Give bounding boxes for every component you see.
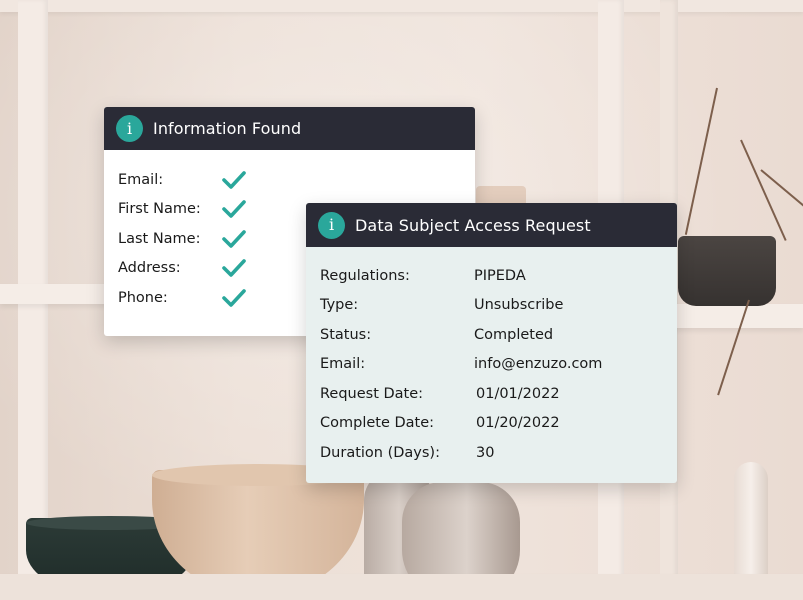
card-header: i Data Subject Access Request	[306, 203, 677, 247]
dsar-card: i Data Subject Access Request Regulation…	[306, 203, 677, 483]
found-label: Last Name:	[118, 230, 201, 247]
found-row-last-name: Last Name:	[118, 224, 246, 254]
found-row-phone: Phone:	[118, 283, 246, 313]
field-label: Duration (Days):	[320, 444, 440, 461]
dsar-row-email: Email: info@enzuzo.com	[320, 350, 602, 380]
card-title: Data Subject Access Request	[355, 215, 591, 235]
info-icon: i	[318, 211, 345, 239]
field-label: Type:	[320, 297, 359, 314]
field-value: 01/01/2022	[476, 385, 560, 402]
field-label: Complete Date:	[320, 415, 435, 432]
field-label: Email:	[320, 356, 366, 373]
field-value: Unsubscribe	[474, 297, 564, 314]
dsar-row-type: Type: Unsubscribe	[320, 291, 602, 321]
shelf-board-top	[0, 0, 803, 12]
field-value: 30	[476, 444, 495, 461]
found-row-first-name: First Name:	[118, 195, 246, 225]
field-value: 01/20/2022	[476, 415, 560, 432]
found-row-email: Email:	[118, 165, 246, 195]
card-header: i Information Found	[104, 107, 475, 150]
field-value: Completed	[474, 326, 554, 343]
field-value: info@enzuzo.com	[474, 356, 603, 373]
found-label: Phone:	[118, 289, 168, 306]
dsar-row-regulations: Regulations: PIPEDA	[320, 261, 602, 291]
found-row-address: Address:	[118, 254, 246, 284]
field-label: Status:	[320, 326, 372, 343]
dark-pot	[678, 236, 776, 306]
checkmark-icon	[222, 200, 246, 219]
field-label: Request Date:	[320, 385, 424, 402]
checkmark-icon	[222, 288, 246, 307]
checkmark-icon	[222, 170, 246, 189]
field-label: Regulations:	[320, 267, 410, 284]
dsar-row-status: Status: Completed	[320, 320, 602, 350]
found-label: Email:	[118, 171, 164, 188]
checkmark-icon	[222, 259, 246, 278]
checkmark-icon	[222, 229, 246, 248]
card-title: Information Found	[153, 119, 302, 138]
field-value: PIPEDA	[474, 267, 526, 284]
found-label: First Name:	[118, 201, 201, 218]
dsar-row-complete-date: Complete Date: 01/20/2022	[320, 409, 602, 439]
dsar-field-list: Regulations: PIPEDA Type: Unsubscribe St…	[320, 261, 602, 468]
found-list: Email: First Name: Last Name: Address: P…	[118, 165, 246, 313]
shelf-board-bottom	[0, 574, 803, 600]
info-icon: i	[116, 115, 143, 142]
dsar-row-duration: Duration (Days): 30	[320, 438, 602, 468]
found-label: Address:	[118, 260, 181, 277]
dsar-row-request-date: Request Date: 01/01/2022	[320, 379, 602, 409]
